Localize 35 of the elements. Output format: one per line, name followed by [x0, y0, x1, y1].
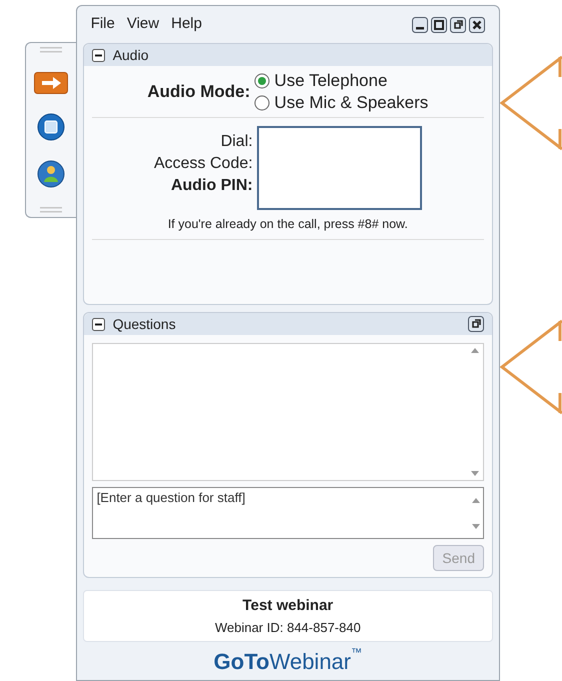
popout-icon[interactable]: [468, 316, 484, 332]
grip-icon[interactable]: [40, 47, 62, 53]
webinar-id: Webinar ID: 844-857-840: [214, 618, 361, 636]
radio-icon[interactable]: [254, 72, 270, 88]
scroll-down-icon[interactable]: [472, 524, 480, 528]
pointer-arrow-icon: [500, 55, 562, 151]
collapse-icon[interactable]: [92, 318, 105, 330]
close-icon[interactable]: [469, 16, 485, 32]
scroll-down-icon[interactable]: [471, 471, 479, 476]
note-text: If you're already on the call, press #8# now.: [168, 216, 408, 234]
pointer-arrow-icon: [500, 319, 562, 415]
field-label: Dial:: [220, 132, 253, 152]
audio-mode-label: Audio Mode:: [147, 80, 250, 103]
menu-item[interactable]: Help: [171, 13, 202, 36]
collapse-icon[interactable]: [92, 48, 105, 62]
restore-icon[interactable]: [450, 16, 466, 32]
radio-option[interactable]: Use Mic & Speakers: [254, 92, 428, 114]
scroll-up-icon[interactable]: [472, 498, 480, 502]
panel-title: Questions: [112, 314, 176, 334]
scroll-up-icon[interactable]: [471, 348, 479, 353]
minimize-icon[interactable]: [412, 16, 428, 32]
panel-title: Audio: [112, 46, 148, 64]
field-label: Access Code:: [154, 154, 253, 174]
arrow-button-icon[interactable]: [34, 72, 68, 94]
question-input[interactable]: [Enter a question for staff]: [92, 487, 484, 539]
field-label: Audio PIN:: [170, 176, 253, 196]
grip-icon[interactable]: [40, 207, 62, 213]
menu-item[interactable]: View: [126, 13, 160, 36]
stop-button-icon[interactable]: [36, 113, 65, 141]
brand-logo: GoToWebinar™: [214, 646, 362, 676]
maximize-icon[interactable]: [431, 16, 447, 32]
radio-option[interactable]: Use Telephone: [254, 70, 428, 92]
webinar-title: Test webinar: [242, 596, 334, 616]
menu-item[interactable]: File: [90, 13, 115, 36]
radio-icon[interactable]: [254, 94, 270, 110]
